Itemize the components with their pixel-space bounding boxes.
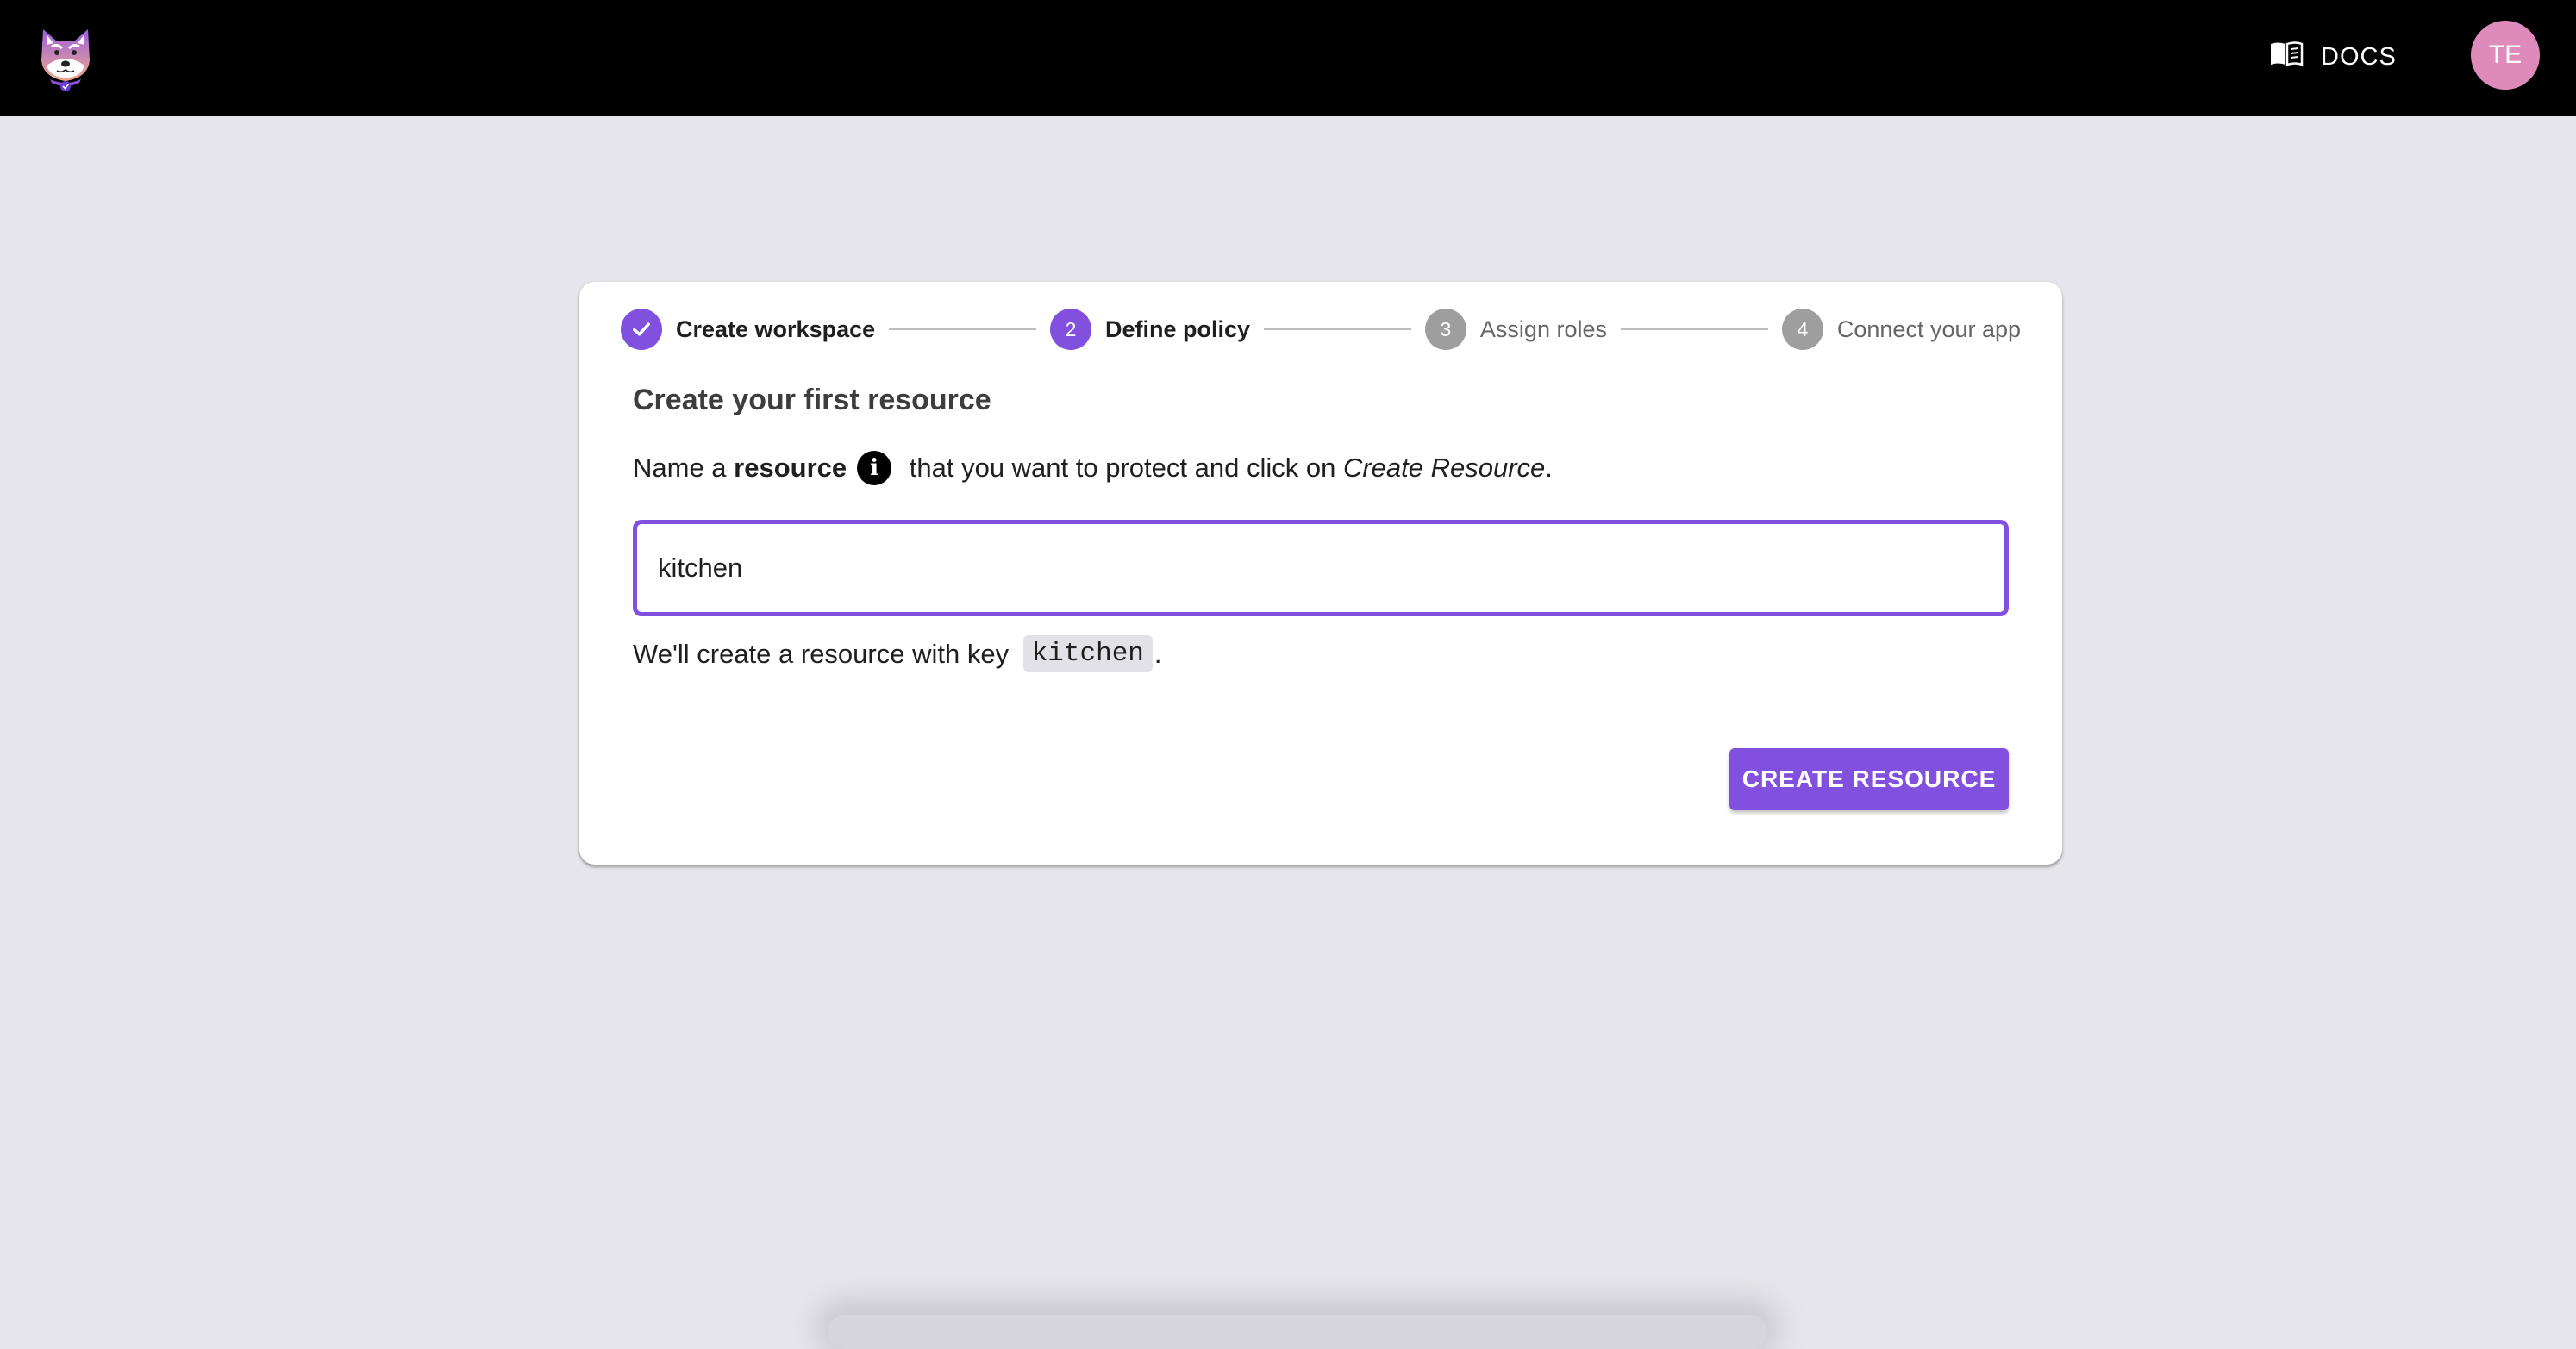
step-create-workspace[interactable]: Create workspace <box>621 309 875 350</box>
card-title: Create your first resource <box>633 384 991 416</box>
step-define-policy[interactable]: 2 Define policy <box>1050 309 1250 350</box>
dog-logo-icon[interactable] <box>38 26 93 93</box>
instruction-middle: that you want to protect and click on <box>902 453 1343 483</box>
resource-key-chip: kitchen <box>1022 635 1153 672</box>
check-icon <box>621 309 662 350</box>
docs-label: DOCS <box>2321 42 2397 71</box>
instruction-suffix: . <box>1545 453 1553 483</box>
key-hint-suffix: . <box>1154 638 1162 669</box>
info-icon[interactable]: i <box>857 451 892 485</box>
step-label: Connect your app <box>1836 315 2022 342</box>
docs-link[interactable]: DOCS <box>2269 38 2397 76</box>
top-bar: DOCS TE <box>0 0 2576 116</box>
instruction-action: Create Resource <box>1342 453 1546 483</box>
step-assign-roles[interactable]: 3 Assign roles <box>1424 309 1607 350</box>
user-avatar[interactable]: TE <box>2471 21 2540 90</box>
resource-name-input[interactable] <box>633 520 2009 616</box>
instruction-resource: resource <box>734 453 847 483</box>
step-label: Create workspace <box>676 315 876 342</box>
step-number: 3 <box>1424 309 1466 350</box>
create-resource-button[interactable]: CREATE RESOURCE <box>1729 748 2009 810</box>
bottom-panel-shadow <box>828 1315 1767 1349</box>
onboarding-stepper: Create workspace 2 Define policy 3 Assig… <box>621 308 2021 351</box>
resource-key-hint: We'll create a resource with key kitchen… <box>633 635 1162 672</box>
step-label: Assign roles <box>1479 315 1607 342</box>
instruction-text: Name a resource i that you want to protec… <box>633 451 1553 485</box>
step-connector <box>1621 328 1768 330</box>
book-icon <box>2269 41 2304 73</box>
step-number: 4 <box>1781 309 1823 350</box>
step-connect-app[interactable]: 4 Connect your app <box>1781 309 2022 350</box>
step-label: Define policy <box>1105 315 1251 342</box>
step-connector <box>889 328 1036 330</box>
instruction-prefix: Name a <box>633 453 735 483</box>
step-number: 2 <box>1050 309 1091 350</box>
key-hint-prefix: We'll create a resource with key <box>633 638 1016 669</box>
onboarding-card: Create workspace 2 Define policy 3 Assig… <box>579 282 2062 865</box>
step-connector <box>1264 328 1411 330</box>
